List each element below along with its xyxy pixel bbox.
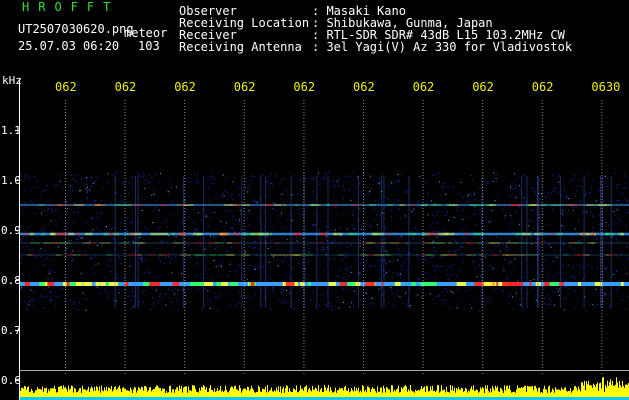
- time-tick-label: 062: [532, 80, 554, 94]
- time-tick-label: 062: [472, 80, 494, 94]
- time-tick-label: 062: [413, 80, 435, 94]
- freq-tick-label: 0.6: [1, 374, 21, 387]
- freq-tick-label: 0.9: [1, 224, 21, 237]
- power-bars: [20, 370, 629, 400]
- time-tick-label: 062: [293, 80, 315, 94]
- time-tick-label: 062: [353, 80, 375, 94]
- time-tick-label: 062: [174, 80, 196, 94]
- freq-tick-label: 0.7: [1, 324, 21, 337]
- freq-unit-label: kHz: [2, 74, 22, 87]
- time-tick-label: 062: [115, 80, 137, 94]
- freq-tick-label: 1.0: [1, 174, 21, 187]
- freq-tick-label: 0.8: [1, 274, 21, 287]
- time-tick-label: 062: [234, 80, 256, 94]
- spectrogram: kHz 1.1 1.0 0.9 0.8 0.7 0.6 062 062 062 062 062 062 0…: [1, 74, 629, 400]
- freq-tick-label: 1.1: [1, 124, 21, 137]
- time-tick-label: 0630: [591, 80, 620, 94]
- time-tick-label: 062: [55, 80, 77, 94]
